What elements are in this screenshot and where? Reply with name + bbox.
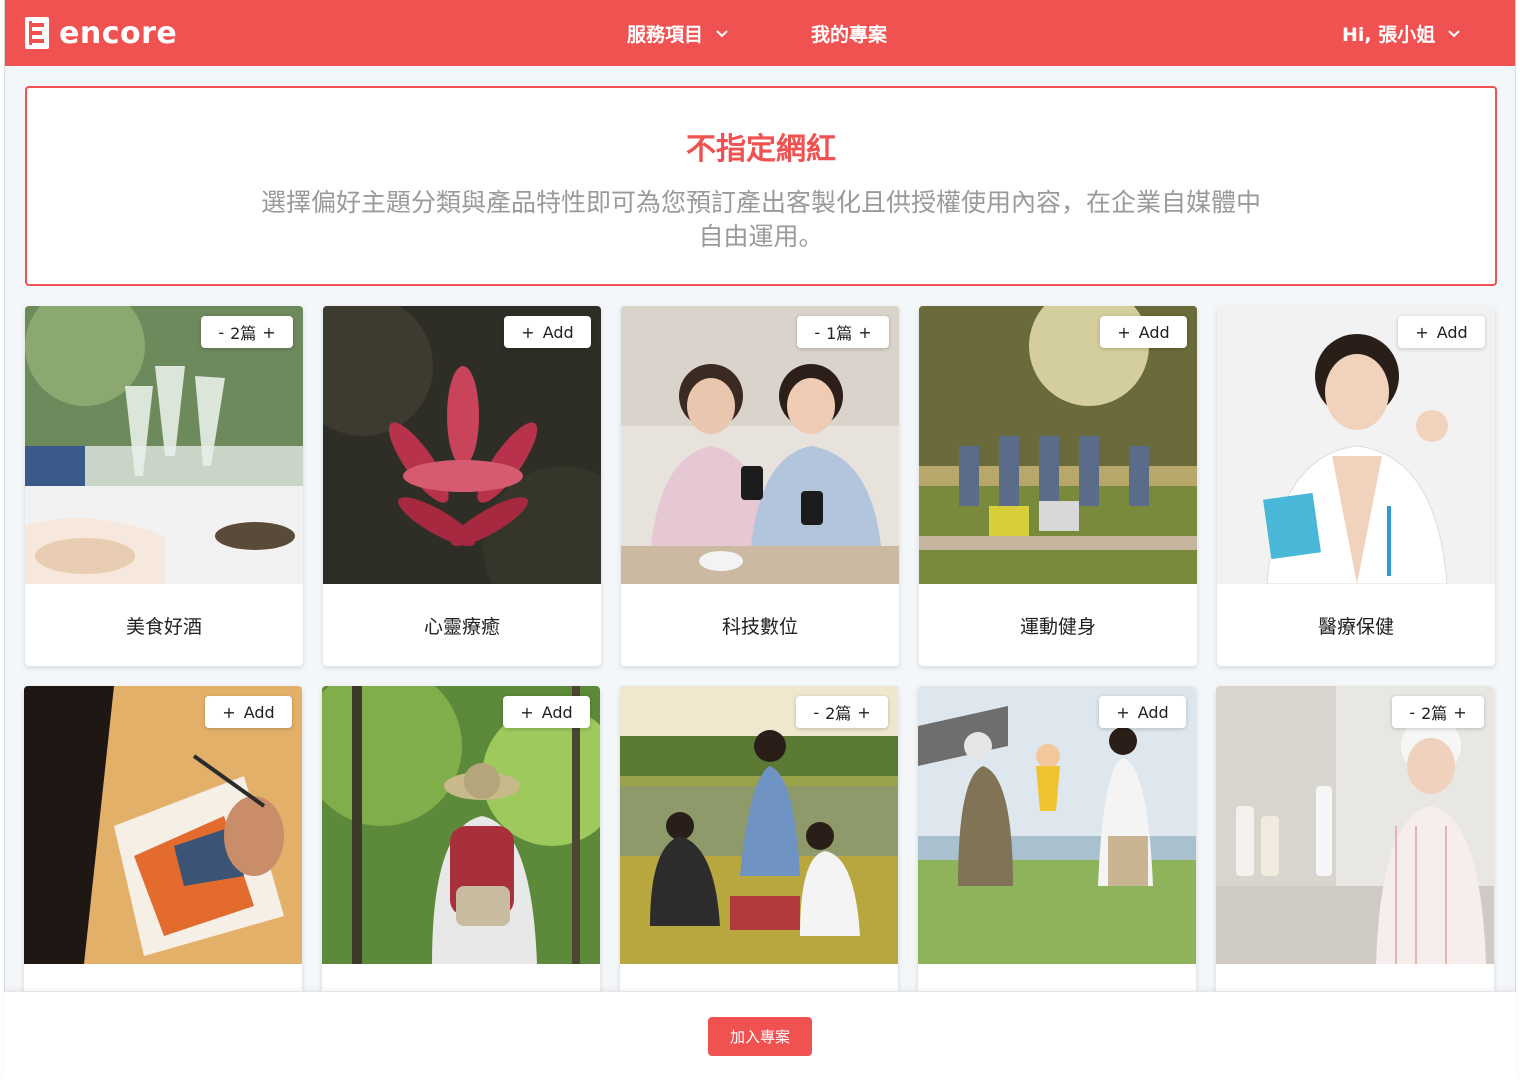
increment-button[interactable]: + xyxy=(858,323,871,342)
page-bottom-edge xyxy=(0,1080,1520,1088)
decrement-button[interactable]: - xyxy=(218,323,224,342)
app-frame: encore 服務項目 我的專案 Hi, 張小姐 不指定網紅 選擇偏好主題分類與… xyxy=(4,0,1516,1080)
top-navbar: encore 服務項目 我的專案 Hi, 張小姐 xyxy=(5,0,1515,66)
add-button[interactable]: + Add xyxy=(1100,316,1187,348)
chevron-down-icon xyxy=(1448,30,1460,38)
increment-button[interactable]: + xyxy=(262,323,275,342)
plus-icon: + xyxy=(1117,322,1131,342)
category-photo: - 2篇 + xyxy=(25,306,303,584)
encore-logo-icon xyxy=(25,17,49,49)
add-button[interactable]: + Add xyxy=(504,316,591,348)
category-photo: - 2篇 + xyxy=(620,686,898,964)
plus-icon: + xyxy=(222,702,236,722)
add-button[interactable]: + Add xyxy=(503,696,590,728)
decrement-button[interactable]: - xyxy=(813,703,819,722)
nav-my-projects[interactable]: 我的專案 xyxy=(811,0,887,66)
category-photo: - 2篇 + xyxy=(1216,686,1494,964)
category-photo: + Add xyxy=(1217,306,1495,584)
quantity-value: 2篇 xyxy=(1421,704,1448,723)
user-greeting: Hi, 張小姐 xyxy=(1342,23,1436,46)
quantity-value: 1篇 xyxy=(826,324,853,343)
quantity-stepper[interactable]: - 2篇 + xyxy=(1392,696,1484,728)
category-photo: + Add xyxy=(919,306,1197,584)
banner-description: 選擇偏好主題分類與產品特性即可為您預訂產出客製化且供授權使用內容，在企業自媒體中… xyxy=(261,188,1262,251)
user-menu-dropdown[interactable]: Hi, 張小姐 xyxy=(1342,0,1461,66)
increment-button[interactable]: + xyxy=(1453,703,1466,722)
category-card[interactable]: - 2篇 + 美食好酒 xyxy=(25,306,303,666)
category-label: 醫療保健 xyxy=(1317,615,1394,638)
chevron-down-icon xyxy=(716,30,728,38)
category-photo: + Add xyxy=(323,306,601,584)
category-label: 心靈療癒 xyxy=(423,615,500,638)
nav-services-dropdown[interactable]: 服務項目 xyxy=(627,0,729,66)
add-button[interactable]: + Add xyxy=(1099,696,1186,728)
category-label: 科技數位 xyxy=(721,615,798,638)
category-card[interactable]: + Add 心靈療癒 xyxy=(323,306,601,666)
decrement-button[interactable]: - xyxy=(814,323,820,342)
add-button[interactable]: + Add xyxy=(205,696,292,728)
logo[interactable]: encore xyxy=(25,15,178,51)
quantity-value: 2篇 xyxy=(230,324,257,343)
category-label: 美食好酒 xyxy=(125,615,202,638)
nav-services-label: 服務項目 xyxy=(627,23,704,46)
action-footer: 加入專案 xyxy=(4,991,1516,1080)
quantity-stepper[interactable]: - 1篇 + xyxy=(797,316,889,348)
category-photo: + Add xyxy=(918,686,1196,964)
quantity-stepper[interactable]: - 2篇 + xyxy=(796,696,888,728)
decrement-button[interactable]: - xyxy=(1409,703,1415,722)
info-banner: 不指定網紅 選擇偏好主題分類與產品特性即可為您預訂產出客製化且供授權使用內容，在… xyxy=(25,86,1497,286)
quantity-stepper[interactable]: - 2篇 + xyxy=(201,316,293,348)
logo-text: encore xyxy=(59,15,178,51)
category-photo: - 1篇 + xyxy=(621,306,899,584)
category-photo: + Add xyxy=(24,686,302,964)
add-label: Add xyxy=(1436,322,1468,342)
add-label: Add xyxy=(243,702,275,722)
plus-icon: + xyxy=(1116,702,1130,722)
category-label: 運動健身 xyxy=(1019,615,1096,638)
add-label: Add xyxy=(541,702,573,722)
category-card[interactable]: + Add 運動健身 xyxy=(919,306,1197,666)
quantity-value: 2篇 xyxy=(825,704,852,723)
add-label: Add xyxy=(1137,702,1169,722)
category-card[interactable]: - 1篇 + 科技數位 xyxy=(621,306,899,666)
add-label: Add xyxy=(1138,322,1170,342)
plus-icon: + xyxy=(1415,322,1429,342)
nav-projects-label: 我的專案 xyxy=(811,23,888,46)
plus-icon: + xyxy=(520,702,534,722)
add-label: Add xyxy=(542,322,574,342)
add-button[interactable]: + Add xyxy=(1398,316,1485,348)
banner-title: 不指定網紅 xyxy=(686,132,836,167)
plus-icon: + xyxy=(521,322,535,342)
join-project-button[interactable]: 加入專案 xyxy=(708,1017,812,1056)
category-photo: + Add xyxy=(322,686,600,964)
category-card[interactable]: + Add 醫療保健 xyxy=(1217,306,1495,666)
increment-button[interactable]: + xyxy=(857,703,870,722)
